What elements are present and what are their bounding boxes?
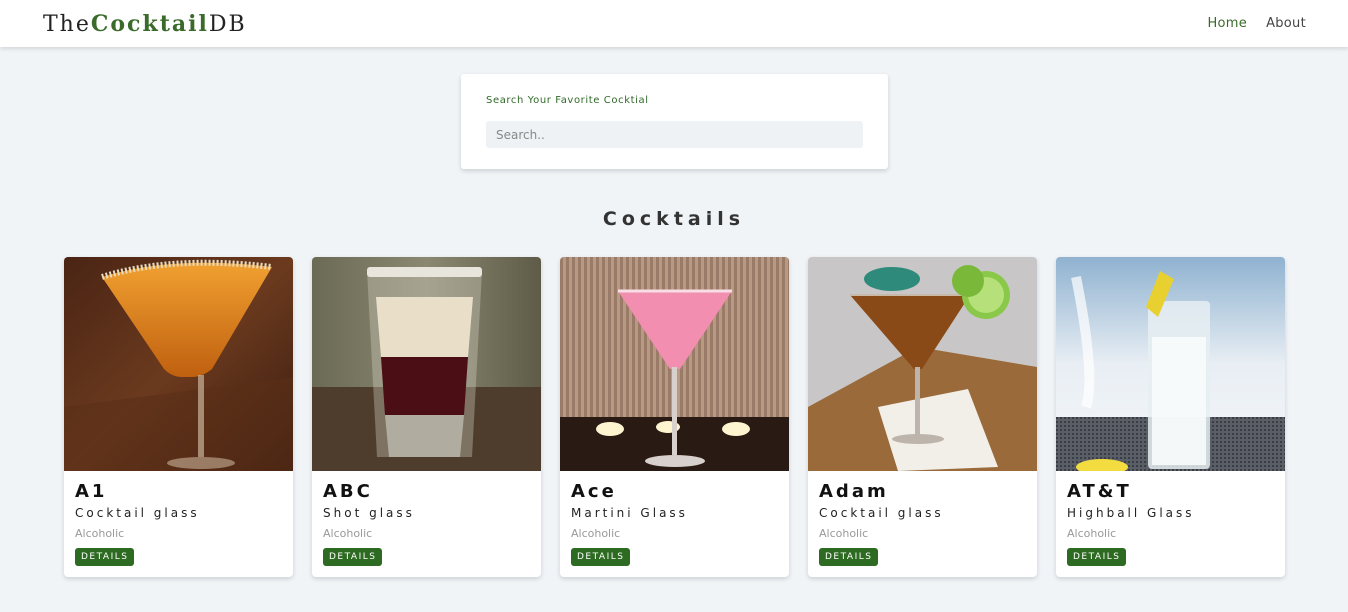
cocktail-glass: Cocktail glass — [819, 506, 944, 520]
logo[interactable]: The Cocktail DB — [43, 11, 247, 37]
search-input[interactable] — [486, 121, 863, 148]
cocktail-glass: Cocktail glass — [75, 506, 200, 520]
nav-link-about[interactable]: About — [1266, 16, 1306, 31]
cocktail-glass: Highball Glass — [1067, 506, 1195, 520]
details-button[interactable]: DETAILS — [1067, 548, 1127, 566]
cocktail-image[interactable] — [560, 257, 789, 471]
cocktail-name: ABC — [323, 481, 373, 502]
cocktail-card: Adam Cocktail glass Alcoholic DETAILS — [808, 257, 1037, 577]
cocktail-card: Ace Martini Glass Alcoholic DETAILS — [560, 257, 789, 577]
details-button[interactable]: DETAILS — [819, 548, 879, 566]
cocktail-name: Adam — [819, 481, 889, 502]
cocktail-type: Alcoholic — [1067, 527, 1117, 540]
cocktail-name: Ace — [571, 481, 617, 502]
cocktail-image[interactable] — [64, 257, 293, 471]
cocktail-image[interactable] — [1056, 257, 1285, 471]
search-label: Search Your Favorite Cocktial — [486, 95, 649, 106]
cocktail-image[interactable] — [312, 257, 541, 471]
cocktail-card: A1 Cocktail glass Alcoholic DETAILS — [64, 257, 293, 577]
logo-suffix: DB — [208, 11, 247, 37]
cocktail-list: A1 Cocktail glass Alcoholic DETAILS ABC … — [64, 257, 1285, 577]
cocktail-type: Alcoholic — [323, 527, 373, 540]
cocktail-name: AT&T — [1067, 481, 1132, 502]
nav-link-home[interactable]: Home — [1207, 16, 1247, 31]
details-button[interactable]: DETAILS — [323, 548, 383, 566]
cocktail-card: AT&T Highball Glass Alcoholic DETAILS — [1056, 257, 1285, 577]
section-title: Cocktails — [602, 208, 746, 230]
cocktail-type: Alcoholic — [571, 527, 621, 540]
cocktail-glass: Martini Glass — [571, 506, 688, 520]
cocktail-card: ABC Shot glass Alcoholic DETAILS — [312, 257, 541, 577]
cocktail-type: Alcoholic — [75, 527, 125, 540]
cocktail-glass: Shot glass — [323, 506, 415, 520]
search-card: Search Your Favorite Cocktial — [461, 74, 888, 169]
nav-links: Home About — [1207, 16, 1306, 31]
cocktail-image[interactable] — [808, 257, 1037, 471]
details-button[interactable]: DETAILS — [571, 548, 631, 566]
logo-prefix: The — [43, 11, 91, 37]
details-button[interactable]: DETAILS — [75, 548, 135, 566]
cocktail-name: A1 — [75, 481, 108, 502]
cocktail-type: Alcoholic — [819, 527, 869, 540]
logo-accent: Cocktail — [90, 10, 209, 37]
navbar: The Cocktail DB Home About — [0, 0, 1348, 47]
